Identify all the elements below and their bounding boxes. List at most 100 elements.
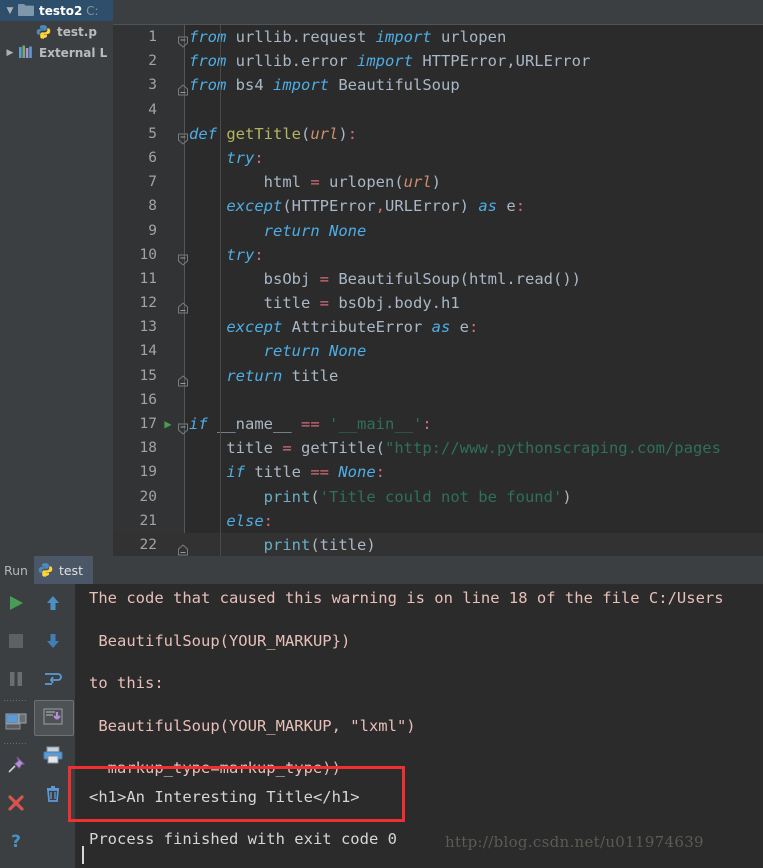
code-line[interactable]: 7 html = urlopen(url) (113, 170, 763, 194)
run-tab-test[interactable]: test (33, 556, 93, 584)
question-mark-icon: ? (11, 832, 21, 851)
soft-wrap-button[interactable] (31, 660, 75, 698)
code-line-text: try: (189, 146, 263, 170)
code-line-text: bsObj = BeautifulSoup(html.read()) (189, 267, 581, 291)
code-token: ( (459, 269, 469, 288)
fold-toggle[interactable] (177, 370, 189, 387)
chevron-down-icon[interactable]: ▼ (2, 6, 18, 16)
code-line[interactable]: 14 return None (113, 339, 763, 363)
chevron-right-icon[interactable]: ▶ (2, 48, 18, 58)
fold-toggle[interactable] (177, 79, 189, 96)
code-token: : (263, 511, 273, 530)
run-toolbar-left[interactable]: ? (0, 584, 31, 868)
code-line-text: if __name__ == '__main__': (189, 412, 432, 436)
code-line[interactable]: 12 title = bsObj.body.h1 (113, 291, 763, 315)
fold-toggle[interactable] (177, 297, 189, 314)
line-number: 13 (139, 319, 157, 336)
run-toolbar-right[interactable] (31, 584, 75, 868)
scroll-to-end-button[interactable] (31, 698, 75, 736)
code-token: = (319, 294, 329, 313)
code-line[interactable]: 11 bsObj = BeautifulSoup(html.read()) (113, 267, 763, 291)
line-number: 8 (148, 198, 157, 215)
code-token: except (226, 197, 283, 216)
code-token: url (310, 124, 339, 143)
code-line[interactable]: 5 def getTitle(url): (113, 122, 763, 146)
line-number: 12 (139, 295, 157, 312)
fold-toggle[interactable] (177, 31, 189, 48)
code-token: except (226, 318, 283, 337)
code-line-text: title = getTitle("http://www.pythonscrap… (189, 436, 721, 460)
code-line[interactable]: 10 try: (113, 243, 763, 267)
console-line: <h1>An Interesting Title</h1> (89, 787, 360, 806)
code-token: None (329, 221, 367, 240)
code-line[interactable]: 16 (113, 388, 763, 412)
code-line-text: title = bsObj.body.h1 (189, 291, 460, 315)
code-line[interactable]: 22 print(title) (113, 532, 763, 556)
project-tree-item-label: test.p (57, 24, 97, 39)
code-line[interactable]: 13 except AttributeError as e: (113, 315, 763, 339)
python-file-icon (38, 562, 55, 578)
close-button[interactable] (0, 784, 31, 822)
down-the-stack-trace-button[interactable] (31, 622, 75, 660)
code-line[interactable]: 8 except(HTTPError,URLError) as e: (113, 194, 763, 218)
code-line[interactable]: 19 if title == None: (113, 460, 763, 484)
code-token: title (245, 463, 311, 482)
code-line[interactable]: 21 else: (113, 509, 763, 533)
console-line: The code that caused this warning is on … (89, 589, 724, 607)
line-number: 19 (139, 464, 157, 481)
run-gutter-icon[interactable]: ▶ (161, 412, 175, 436)
code-token: urllib.error (226, 52, 357, 71)
code-line[interactable]: 3 from bs4 import BeautifulSoup (113, 73, 763, 97)
code-line-text: from urllib.error import HTTPError,URLEr… (189, 49, 590, 73)
code-token: ( (375, 439, 386, 458)
help-button[interactable]: ? (0, 822, 31, 860)
run-button[interactable] (0, 584, 31, 622)
code-token: , (375, 197, 386, 216)
code-line[interactable]: 1 from urllib.request import urlopen (113, 25, 763, 49)
code-line[interactable]: 4 (113, 98, 763, 122)
pause-button[interactable] (0, 660, 31, 698)
library-icon (18, 45, 35, 61)
code-token: import (273, 76, 329, 95)
code-line[interactable]: 17 ▶ if __name__ == '__main__': (113, 412, 763, 436)
code-line-text: return None (189, 219, 367, 243)
code-line-text: if title == None: (189, 460, 385, 484)
folder-icon (18, 3, 35, 19)
fold-toggle[interactable] (177, 128, 189, 145)
code-token: : (422, 415, 432, 433)
code-token: as (478, 197, 498, 216)
fold-toggle[interactable] (177, 249, 189, 266)
code-token: url (403, 173, 432, 192)
code-token: bsObj.body.h1 (329, 294, 460, 313)
print-button[interactable] (31, 736, 75, 774)
soft-wrap-icon (45, 673, 62, 685)
code-token: ) (366, 535, 376, 554)
code-token: ( (301, 124, 311, 143)
code-line[interactable]: 15 return title (113, 364, 763, 388)
editor-tab-strip[interactable] (113, 0, 763, 25)
code-token: == (301, 415, 320, 433)
pin-tab-button[interactable] (0, 746, 31, 784)
code-token: getTitle (226, 124, 301, 143)
code-line[interactable]: 9 return None (113, 219, 763, 243)
run-console-output[interactable]: The code that caused this warning is on … (75, 584, 763, 868)
code-line[interactable]: 20 print('Title could not be found') (113, 485, 763, 509)
monitor-icon (5, 713, 26, 730)
code-lines[interactable]: 1 from urllib.request import urlopen 2 from… (113, 25, 763, 556)
stop-button[interactable] (0, 622, 31, 660)
code-editor[interactable]: 1 from urllib.request import urlopen 2 from… (113, 25, 763, 556)
fold-toggle[interactable] (177, 418, 189, 435)
code-token: ( (282, 197, 292, 216)
clear-all-button[interactable] (31, 774, 75, 812)
line-number: 17 (139, 416, 157, 432)
project-tree-item-path: C: (82, 3, 99, 18)
up-the-stack-trace-button[interactable] (31, 584, 75, 622)
code-line[interactable]: 18 title = getTitle("http://www.pythonsc… (113, 436, 763, 460)
code-line[interactable]: 2 from urllib.error import HTTPError,URLE… (113, 49, 763, 73)
fold-toggle[interactable] (177, 539, 189, 556)
code-line[interactable]: 6 try: (113, 146, 763, 170)
restore-layout-button[interactable] (0, 703, 31, 741)
